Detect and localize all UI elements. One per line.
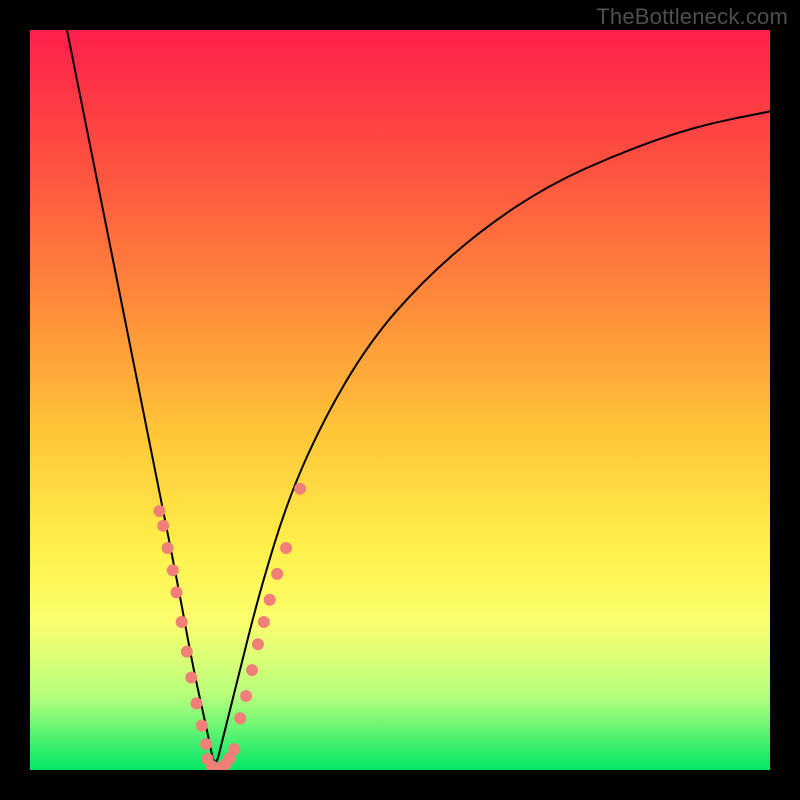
watermark-text: TheBottleneck.com <box>596 4 788 30</box>
data-point <box>252 638 264 650</box>
data-point <box>196 720 208 732</box>
data-point <box>176 616 188 628</box>
data-point <box>185 672 197 684</box>
chart-svg <box>30 30 770 770</box>
plot-area <box>30 30 770 770</box>
data-point <box>171 586 183 598</box>
data-point <box>258 616 270 628</box>
data-point <box>264 594 276 606</box>
chart-frame: TheBottleneck.com <box>0 0 800 800</box>
data-point <box>157 520 169 532</box>
series-curve <box>67 30 770 762</box>
data-point <box>240 690 252 702</box>
data-point <box>271 568 283 580</box>
data-point <box>294 483 306 495</box>
data-point <box>200 738 212 750</box>
data-point <box>154 505 166 517</box>
series-right-dots <box>234 483 306 724</box>
data-point <box>162 542 174 554</box>
data-point <box>181 646 193 658</box>
data-point <box>234 712 246 724</box>
data-point <box>228 743 240 755</box>
data-point <box>246 664 258 676</box>
data-point <box>191 697 203 709</box>
data-point <box>280 542 292 554</box>
data-point <box>167 564 179 576</box>
